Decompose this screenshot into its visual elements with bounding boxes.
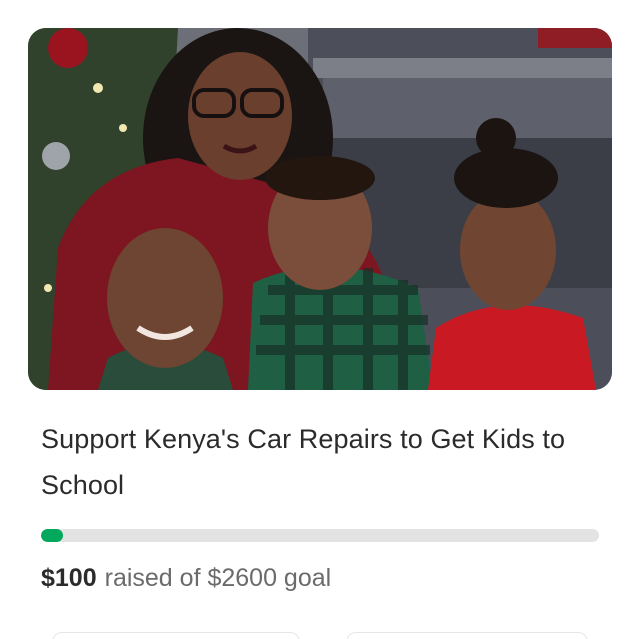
funding-progress-bar xyxy=(41,529,599,542)
funding-progress-fill xyxy=(41,529,64,542)
fundraiser-card[interactable]: Support Kenya's Car Repairs to Get Kids … xyxy=(0,0,640,639)
raised-amount: $100 xyxy=(41,564,97,592)
family-portrait-image xyxy=(28,28,612,390)
funding-summary: $100 raised of $2600 goal xyxy=(41,561,331,595)
next-card-right-edge xyxy=(346,632,588,639)
campaign-photo[interactable] xyxy=(28,28,612,390)
next-card-left-edge xyxy=(52,632,300,639)
goal-text: raised of $2600 goal xyxy=(104,564,332,592)
campaign-title[interactable]: Support Kenya's Car Repairs to Get Kids … xyxy=(41,416,611,508)
